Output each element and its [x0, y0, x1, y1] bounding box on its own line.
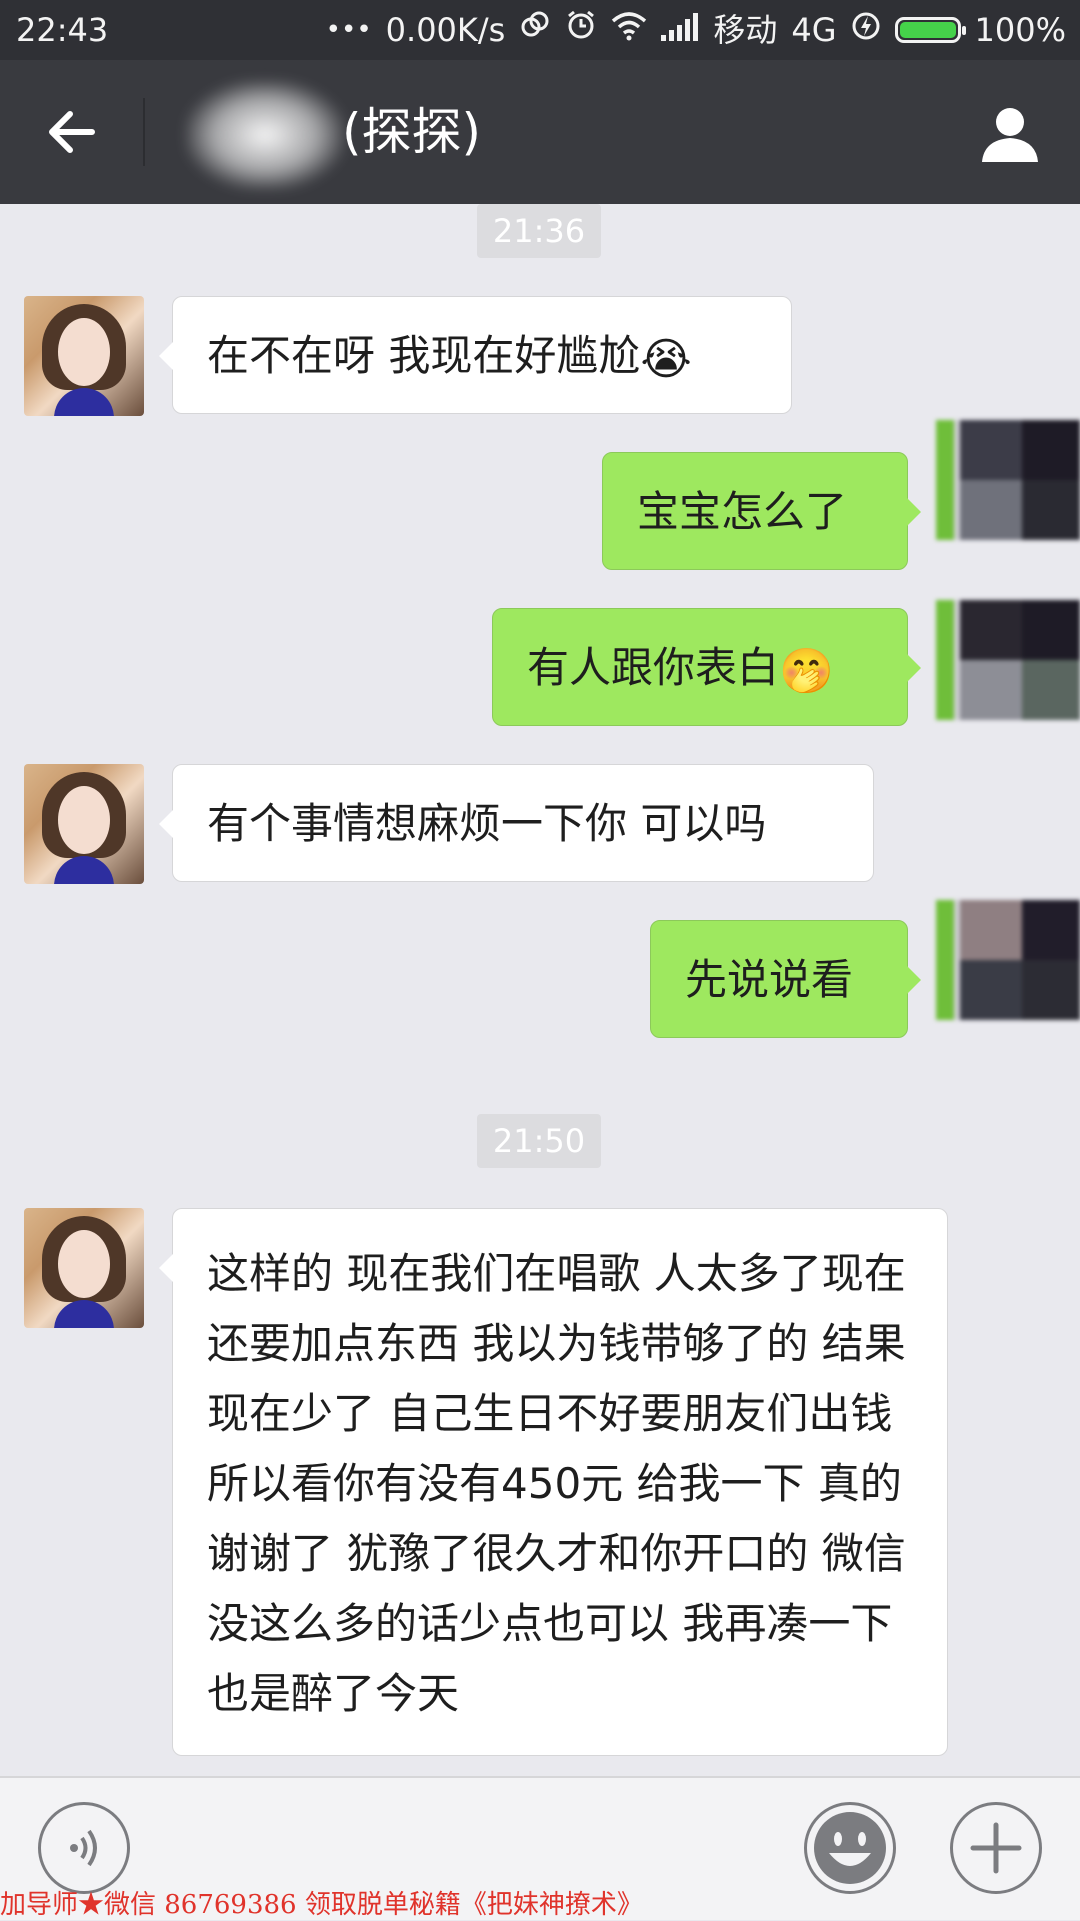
blurred-contact-name [185, 80, 345, 190]
chat-header: (探探) [0, 60, 1080, 204]
input-toolbar: 加导师★微信 86769386 领取脱单秘籍《把妹神撩术》 [0, 1776, 1080, 1920]
message-bubble-received[interactable]: 有个事情想麻烦一下你 可以吗 [159, 764, 874, 882]
status-bar: 22:43 ••• 0.00K/s 移动 4G 100% [0, 0, 1080, 60]
timestamp: 21:50 [477, 1114, 601, 1168]
network-type: 4G [791, 11, 837, 49]
carrier-label: 移动 [713, 11, 778, 49]
wifi-icon [611, 0, 647, 60]
smiley-icon [814, 1812, 886, 1884]
header-divider [143, 98, 145, 166]
message-bubble-sent[interactable]: 先说说看 [650, 920, 921, 1038]
battery-icon [894, 17, 966, 43]
plus-icon [970, 1822, 1022, 1874]
message-text: 在不在呀 我现在好尴尬 [207, 331, 641, 380]
voice-icon [70, 1829, 97, 1867]
alarm-icon [565, 0, 597, 60]
message-bubble-received[interactable]: 这样的 现在我们在唱歌 人太多了现在还要加点东西 我以为钱带够了的 结果现在少了… [159, 1208, 948, 1756]
timestamp: 21:36 [477, 204, 601, 258]
message-text: 这样的 现在我们在唱歌 人太多了现在还要加点东西 我以为钱带够了的 结果现在少了… [207, 1249, 906, 1718]
contact-avatar[interactable] [24, 1208, 144, 1328]
status-time: 22:43 [16, 11, 109, 49]
contact-avatar[interactable] [24, 764, 144, 884]
network-speed: 0.00K/s [385, 11, 506, 49]
voice-button[interactable] [38, 1802, 130, 1894]
back-button[interactable] [40, 100, 104, 164]
person-icon [982, 108, 1038, 162]
message-text: 有个事情想麻烦一下你 可以吗 [207, 799, 767, 848]
message-text: 宝宝怎么了 [637, 487, 848, 536]
arrow-left-icon [49, 111, 95, 153]
message-bubble-received[interactable]: 在不在呀 我现在好尴尬😭 [159, 296, 792, 414]
profile-button[interactable] [978, 102, 1042, 166]
message-bubble-sent[interactable]: 宝宝怎么了 [602, 452, 921, 570]
signal-icon [661, 0, 699, 60]
crying-emoji-icon: 😭 [640, 334, 692, 385]
more-dots: ••• [325, 15, 372, 45]
more-button[interactable] [950, 1802, 1042, 1894]
sync-icon [519, 0, 551, 60]
watermark-text: 加导师★微信 86769386 领取脱单秘籍《把妹神撩术》 [0, 1890, 643, 1920]
message-bubble-sent[interactable]: 有人跟你表白🤭 [492, 608, 921, 726]
chat-title: (探探) [342, 103, 482, 161]
message-list[interactable]: 21:36 在不在呀 我现在好尴尬😭 宝宝怎么了 有人跟你表白🤭 有个事情想麻烦… [0, 204, 1080, 1776]
charging-icon [851, 0, 881, 60]
my-avatar[interactable] [936, 600, 1080, 720]
my-avatar[interactable] [936, 420, 1080, 540]
contact-avatar[interactable] [24, 296, 144, 416]
my-avatar[interactable] [936, 900, 1080, 1020]
message-text: 有人跟你表白 [527, 643, 780, 692]
status-indicators: ••• 0.00K/s 移动 4G 100% [326, 0, 1066, 60]
emoji-button[interactable] [804, 1802, 896, 1894]
message-text: 先说说看 [685, 955, 854, 1004]
shy-emoji-icon: 🤭 [779, 646, 834, 697]
battery-percent: 100% [974, 11, 1066, 49]
